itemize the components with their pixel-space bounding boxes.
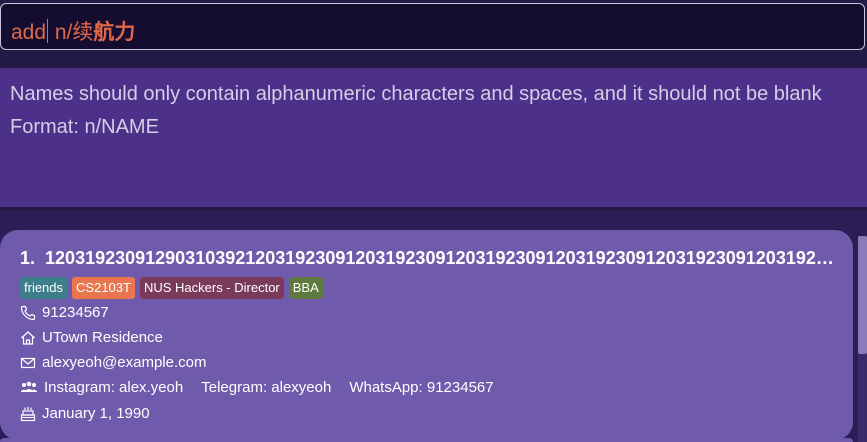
- person-card-content: 1. 1203192309129031039212031923091203192…: [0, 210, 853, 442]
- whatsapp-value: WhatsApp: 91234567: [349, 379, 494, 396]
- tag-list: friends CS2103T NUS Hackers - Director B…: [20, 277, 323, 299]
- birthday-value: January 1, 1990: [42, 405, 150, 422]
- person-index: 1.: [20, 248, 36, 268]
- home-icon: [21, 330, 35, 345]
- list-scrollbar-thumb[interactable]: [858, 236, 867, 354]
- birthday-row: January 1, 1990: [20, 405, 150, 422]
- person-name: 1. 1203192309129031039212031923091203192…: [20, 248, 838, 269]
- tag-nus-hackers: NUS Hackers - Director: [139, 277, 284, 299]
- result-message-line-1: Names should only contain alphanumeric c…: [10, 83, 822, 105]
- phone-value: 91234567: [42, 304, 109, 321]
- email-value: alexyeoh@example.com: [42, 354, 207, 371]
- cake-icon: [20, 406, 36, 421]
- person-name-text: 1203192309129031039212031923091203192309…: [45, 248, 838, 268]
- email-row: alexyeoh@example.com: [20, 354, 206, 371]
- app-window: add n/续航力 Names should only contain alph…: [0, 0, 867, 442]
- address-value: UTown Residence: [42, 329, 163, 346]
- command-input[interactable]: add n/续航力: [11, 16, 135, 46]
- command-text-bold: 航力: [93, 21, 136, 44]
- instagram-value: Instagram: alex.yeoh: [44, 379, 184, 396]
- tag-bba: BBA: [288, 277, 323, 299]
- tag-cs2103t: CS2103T: [72, 277, 135, 299]
- command-text-after-caret: n/续: [49, 21, 94, 44]
- tag-friends: friends: [20, 277, 68, 299]
- phone-row: 91234567: [20, 304, 109, 321]
- mail-icon: [20, 357, 36, 368]
- text-caret: [47, 19, 49, 43]
- result-display: Names should only contain alphanumeric c…: [0, 68, 867, 207]
- result-message: Names should only contain alphanumeric c…: [10, 78, 822, 144]
- phone-icon: [20, 305, 36, 320]
- telegram-value: Telegram: alexyeoh: [201, 379, 332, 396]
- next-person-card-edge: [0, 438, 853, 442]
- command-text-before-caret: add: [11, 21, 47, 44]
- command-input-box[interactable]: add n/续航力: [0, 3, 865, 50]
- people-icon: [21, 381, 37, 392]
- address-row: UTown Residence: [20, 329, 163, 346]
- result-message-line-2: Format: n/NAME: [10, 116, 159, 138]
- socials-row: Instagram: alex.yeoh Telegram: alexyeoh …: [20, 379, 494, 396]
